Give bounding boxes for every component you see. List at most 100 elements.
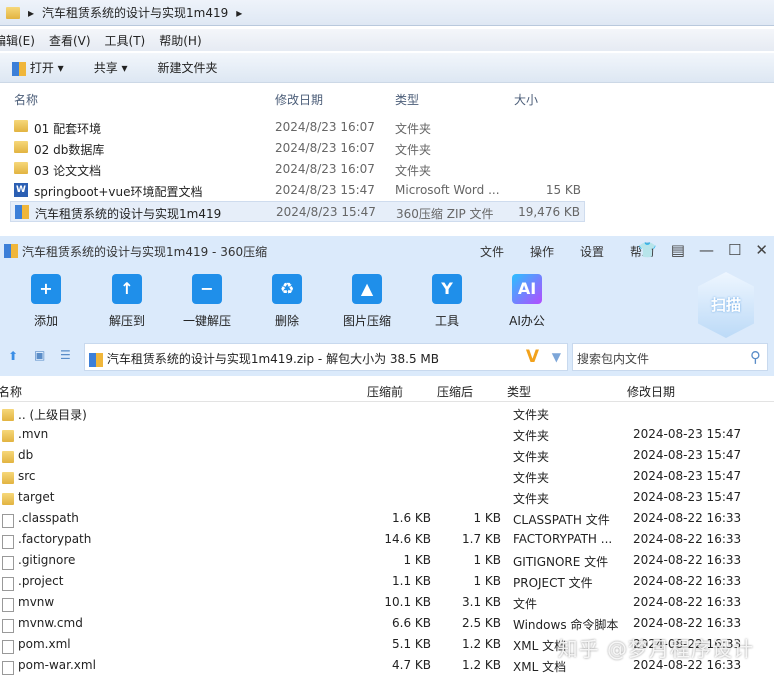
tool-button[interactable]: Y 工具: [412, 274, 482, 329]
archive-row[interactable]: db 文件夹 2024-08-23 15:47: [0, 445, 774, 466]
tool-icon: ♻: [272, 274, 302, 304]
new-folder-button[interactable]: 新建文件夹: [158, 59, 218, 76]
thumbnail-view-icon[interactable]: ▣: [34, 348, 45, 362]
word-icon: W: [14, 183, 28, 197]
list-view-icon[interactable]: ☰: [60, 348, 71, 362]
chevron-right-icon[interactable]: ▸: [236, 6, 242, 20]
size-before: 1.1 KB: [392, 574, 431, 588]
file-row[interactable]: 03 论文文档 2024/8/23 16:07 文件夹: [10, 159, 585, 180]
window-controls: 👕 ▤ — ☐ ✕: [638, 241, 768, 259]
entry-type: 文件夹: [513, 429, 550, 443]
col-date[interactable]: 修改日期: [627, 383, 675, 400]
entry-date: 2024-08-23 15:47: [633, 448, 742, 462]
archive-row[interactable]: .mvn 文件夹 2024-08-23 15:47: [0, 424, 774, 445]
tool-icon: ▲: [352, 274, 382, 304]
entry-date: 2024-08-23 15:47: [633, 469, 742, 483]
col-after[interactable]: 压缩后: [437, 383, 473, 400]
up-arrow-icon[interactable]: ⬆: [8, 349, 18, 363]
toolbar: 打开 ▾ 共享 ▾ 新建文件夹: [0, 53, 774, 83]
size-after: 1 KB: [473, 553, 501, 567]
col-type[interactable]: 类型: [395, 91, 419, 108]
share-label: 共享: [93, 61, 118, 75]
file-date: 2024/8/23 15:47: [275, 183, 375, 197]
archive-row[interactable]: .. (上级目录) 文件夹: [0, 403, 774, 424]
col-name[interactable]: 名称: [0, 383, 22, 400]
menu-settings[interactable]: 设置: [580, 243, 604, 260]
address-bar: ⬆ ▣ ☰ 汽车租赁系统的设计与实现1m419.zip - 解包大小为 38.5…: [0, 340, 774, 376]
entry-name: mvnw: [18, 595, 55, 609]
v-logo-icon[interactable]: V: [526, 347, 539, 367]
size-before: 1 KB: [403, 553, 431, 567]
folder-icon: [6, 6, 20, 19]
col-date[interactable]: 修改日期: [275, 91, 323, 108]
archive-row[interactable]: mvnw.cmd 6.6 KB 2.5 KB Windows 命令脚本 2024…: [0, 613, 774, 634]
size-after: 1.2 KB: [462, 658, 501, 672]
tool-label: AI办公: [509, 314, 545, 328]
feedback-icon[interactable]: ▤: [671, 241, 685, 259]
archive-row[interactable]: target 文件夹 2024-08-23 15:47: [0, 487, 774, 508]
tool-button[interactable]: ♻ 删除: [252, 274, 322, 329]
close-button[interactable]: ✕: [755, 241, 768, 259]
file-type: 360压缩 ZIP 文件: [396, 207, 494, 221]
open-label: 打开: [29, 61, 54, 75]
menu-operate[interactable]: 操作: [530, 243, 554, 260]
archive-row[interactable]: .gitignore 1 KB 1 KB GITIGNORE 文件 2024-0…: [0, 550, 774, 571]
archive-row[interactable]: .classpath 1.6 KB 1 KB CLASSPATH 文件 2024…: [0, 508, 774, 529]
archive-row[interactable]: src 文件夹 2024-08-23 15:47: [0, 466, 774, 487]
size-after: 1 KB: [473, 574, 501, 588]
tool-button[interactable]: + 添加: [11, 274, 81, 329]
column-header: 名称 压缩前 压缩后 类型 修改日期: [0, 380, 774, 402]
file-size: 19,476 KB: [518, 205, 580, 219]
scan-button[interactable]: 扫描: [698, 272, 754, 338]
file-type: 文件夹: [395, 164, 432, 178]
col-name[interactable]: 名称: [14, 91, 38, 108]
entry-name: .gitignore: [18, 553, 76, 567]
archive-row[interactable]: mvnw 10.1 KB 3.1 KB 文件 2024-08-22 16:33: [0, 592, 774, 613]
archive-row[interactable]: .project 1.1 KB 1 KB PROJECT 文件 2024-08-…: [0, 571, 774, 592]
search-icon[interactable]: ⚲: [750, 348, 761, 366]
tool-button[interactable]: ▲ 图片压缩: [332, 274, 402, 329]
entry-name: mvnw.cmd: [18, 616, 83, 630]
menu-file[interactable]: 文件: [480, 243, 504, 260]
tool-icon: AI: [512, 274, 542, 304]
size-after: 1.7 KB: [462, 532, 501, 546]
file-row[interactable]: 02 db数据库 2024/8/23 16:07 文件夹: [10, 138, 585, 159]
archive-path-field[interactable]: 汽车租赁系统的设计与实现1m419.zip - 解包大小为 38.5 MB V …: [84, 343, 568, 371]
col-type[interactable]: 类型: [507, 383, 531, 400]
minimize-button[interactable]: —: [699, 241, 714, 259]
entry-type: PROJECT 文件: [513, 576, 593, 590]
breadcrumb-item[interactable]: 汽车租赁系统的设计与实现1m419: [42, 4, 228, 21]
file-row[interactable]: 汽车租赁系统的设计与实现1m419 2024/8/23 15:47 360压缩 …: [10, 201, 585, 222]
entry-type: 文件夹: [513, 471, 550, 485]
file-row[interactable]: 01 配套环境 2024/8/23 16:07 文件夹: [10, 117, 585, 138]
tool-label: 图片压缩: [342, 314, 391, 328]
app-icon: [4, 244, 18, 258]
menu-edit[interactable]: 编辑(E): [0, 32, 35, 49]
zip-icon: [12, 61, 26, 76]
col-size[interactable]: 大小: [514, 91, 538, 108]
menu-view[interactable]: 查看(V): [49, 32, 91, 49]
menu-tools[interactable]: 工具(T): [105, 32, 146, 49]
open-button[interactable]: 打开 ▾: [12, 59, 64, 76]
zip-window: 汽车租赁系统的设计与实现1m419 - 360压缩 文件 操作 设置 帮助 👕 …: [0, 236, 774, 680]
archive-path: 汽车租赁系统的设计与实现1m419.zip - 解包大小为 38.5 MB: [106, 352, 440, 366]
menu-help[interactable]: 帮助(H): [159, 32, 201, 49]
file-type: 文件夹: [395, 122, 432, 136]
file-row[interactable]: W springboot+vue环境配置文档 2024/8/23 15:47 M…: [10, 180, 585, 201]
tool-button[interactable]: − 一键解压: [172, 274, 242, 329]
size-after: 1 KB: [473, 511, 501, 525]
tool-button[interactable]: AI AI办公: [492, 274, 562, 329]
skin-icon[interactable]: 👕: [638, 241, 657, 259]
share-button[interactable]: 共享 ▾: [94, 59, 128, 76]
chevron-right-icon[interactable]: ▸: [28, 6, 34, 20]
zip-icon: [15, 205, 29, 219]
dropdown-icon[interactable]: ▼: [552, 350, 561, 364]
search-input[interactable]: 搜索包内文件 ⚲: [572, 343, 768, 371]
search-placeholder: 搜索包内文件: [577, 352, 650, 366]
folder-icon: [14, 120, 28, 132]
archive-row[interactable]: .factorypath 14.6 KB 1.7 KB FACTORYPATH …: [0, 529, 774, 550]
maximize-button[interactable]: ☐: [728, 241, 741, 259]
col-before[interactable]: 压缩前: [367, 383, 403, 400]
tool-button[interactable]: ↑ 解压到: [92, 274, 162, 329]
entry-type: GITIGNORE 文件: [513, 555, 609, 569]
